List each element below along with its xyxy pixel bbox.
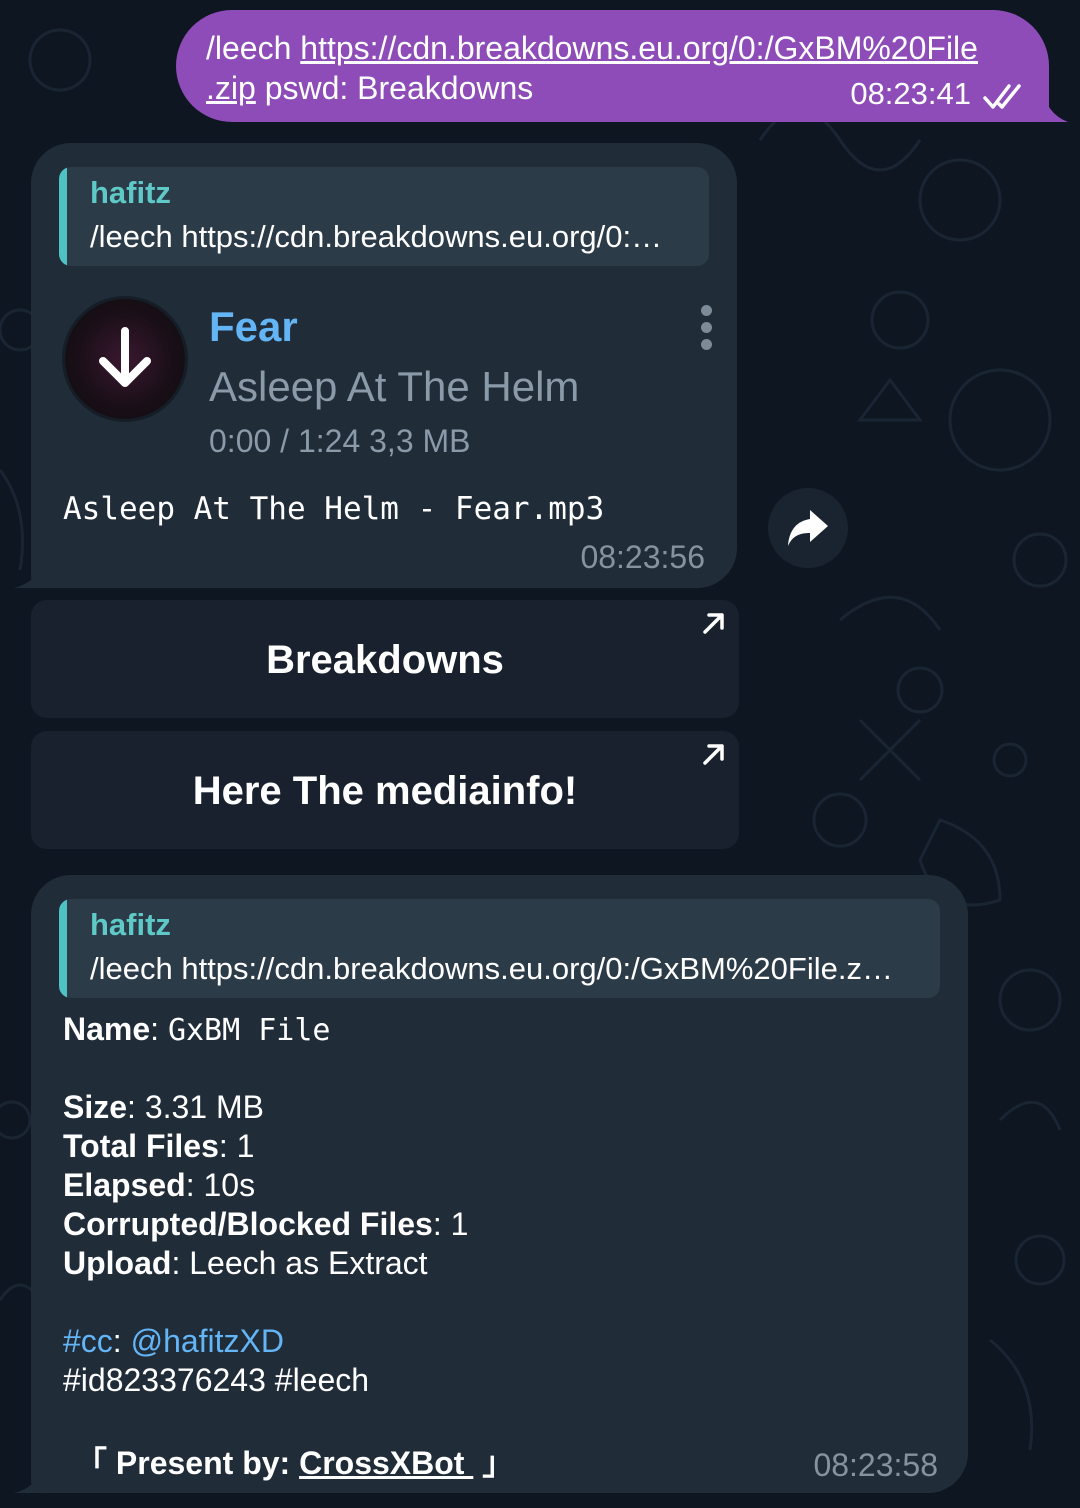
- quote-bar: [59, 899, 67, 998]
- info-total-row: Total Files: 1: [63, 1128, 255, 1164]
- cc-row: #cc: @hafitzXD: [63, 1323, 284, 1359]
- password-text: pswd: Breakdowns: [255, 70, 534, 106]
- share-icon: [788, 510, 828, 546]
- message-time: 08:23:58: [813, 1447, 938, 1483]
- info-value: 1: [236, 1128, 255, 1164]
- track-title: Fear: [209, 303, 298, 350]
- reply-text: /leech https://cdn.breakdowns.eu.org/0:…: [90, 219, 663, 254]
- file-name: Asleep At The Helm - Fear.mp3: [63, 491, 605, 527]
- quote-bar: [59, 167, 67, 266]
- hashtag-cc[interactable]: #cc: [63, 1323, 113, 1359]
- inline-button-label: Here The mediainfo!: [192, 769, 578, 813]
- info-message-bubble[interactable]: hafitz /leech https://cdn.breakdowns.eu.…: [31, 875, 968, 1493]
- reply-text: /leech https://cdn.breakdowns.eu.org/0:/…: [90, 951, 893, 986]
- message-link[interactable]: https://cdn.breakdowns.eu.org/0:/GxBM%20…: [300, 30, 978, 66]
- info-label: Upload: [63, 1245, 172, 1281]
- inline-button-label: Breakdowns: [266, 638, 504, 682]
- bot-link[interactable]: CrossXBot: [299, 1445, 473, 1481]
- download-button[interactable]: [65, 299, 185, 419]
- info-size-row: Size: 3.31 MB: [63, 1089, 264, 1125]
- double-check-icon: [983, 84, 1021, 109]
- info-corrupted-row: Corrupted/Blocked Files: 1: [63, 1206, 469, 1242]
- info-value: 10s: [203, 1167, 256, 1203]
- info-label: Elapsed: [63, 1167, 186, 1203]
- track-artist: Asleep At The Helm: [209, 363, 580, 410]
- info-elapsed-row: Elapsed: 10s: [63, 1167, 256, 1203]
- outgoing-message-bubble[interactable]: /leech https://cdn.breakdowns.eu.org/0:/…: [176, 10, 1049, 122]
- info-value: 1: [450, 1206, 469, 1242]
- info-value: Leech as Extract: [189, 1245, 428, 1281]
- reply-author: hafitz: [90, 175, 171, 210]
- message-link-cont[interactable]: .zip: [206, 70, 256, 106]
- track-duration-size: 0:00 / 1:24 3,3 MB: [209, 423, 471, 459]
- message-time: 08:23:56: [580, 539, 705, 575]
- info-value: GxBM File: [167, 1013, 331, 1048]
- reply-quote[interactable]: hafitz /leech https://cdn.breakdowns.eu.…: [59, 167, 709, 266]
- download-icon: [99, 327, 151, 387]
- share-button[interactable]: [768, 488, 848, 568]
- bubble-tail: [14, 1465, 42, 1493]
- reply-author: hafitz: [90, 907, 171, 942]
- external-arrow-icon: [703, 613, 724, 634]
- info-label: Name: [63, 1011, 151, 1047]
- more-vertical-icon[interactable]: [701, 305, 717, 353]
- info-upload-row: Upload: Leech as Extract: [63, 1245, 428, 1281]
- external-arrow-icon: [703, 744, 724, 765]
- info-label: Size: [63, 1089, 128, 1125]
- bubble-tail: [1040, 84, 1068, 122]
- info-name-row: Name: GxBM File: [63, 1011, 331, 1048]
- info-label: Total Files: [63, 1128, 219, 1164]
- hashtags[interactable]: #id823376243 #leech: [63, 1362, 369, 1399]
- inline-button-mediainfo[interactable]: Here The mediainfo!: [31, 731, 739, 849]
- reply-quote[interactable]: hafitz /leech https://cdn.breakdowns.eu.…: [59, 899, 940, 998]
- message-time: 08:23:41: [850, 76, 971, 111]
- user-mention[interactable]: @hafitzXD: [131, 1323, 284, 1359]
- inline-button-breakdowns[interactable]: Breakdowns: [31, 600, 739, 718]
- audio-message-bubble[interactable]: hafitz /leech https://cdn.breakdowns.eu.…: [31, 143, 737, 588]
- bubble-tail: [14, 560, 42, 588]
- info-value: 3.31 MB: [144, 1089, 264, 1125]
- command-text: /leech: [206, 30, 301, 66]
- present-by: 「 Present by: CrossXBot 」: [75, 1445, 515, 1481]
- info-label: Corrupted/Blocked Files: [63, 1206, 433, 1242]
